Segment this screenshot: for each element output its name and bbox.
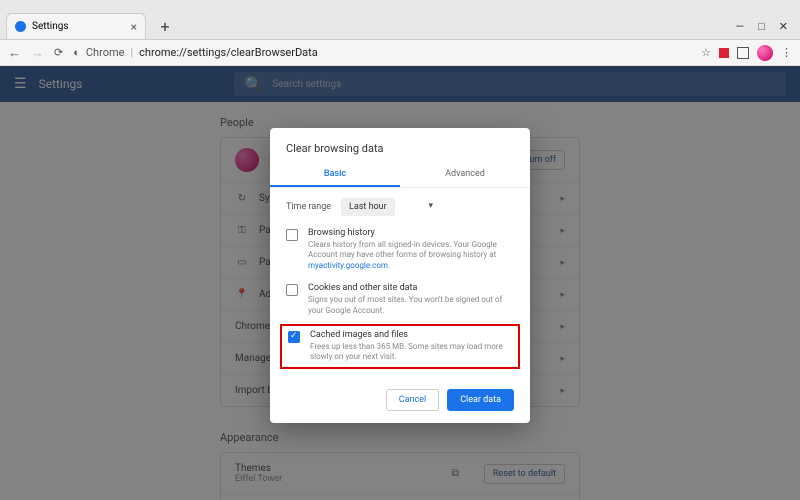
option-desc: Frees up less than 365 MB. Some sites ma…: [310, 342, 512, 363]
option-desc: Clears history from all signed-in device…: [308, 240, 514, 271]
highlighted-option: Cached images and files Frees up less th…: [280, 324, 520, 369]
checkbox[interactable]: [288, 331, 300, 343]
toolbar-right: ☆ ⋮: [701, 45, 792, 61]
checkbox[interactable]: [286, 284, 298, 296]
close-window-icon[interactable]: ✕: [779, 20, 788, 33]
forward-icon: →: [31, 45, 44, 61]
secure-label: Chrome: [86, 46, 125, 59]
omnibox[interactable]: ◐ Chrome | chrome://settings/clearBrowse…: [73, 46, 691, 59]
dialog-title: Clear browsing data: [270, 142, 530, 163]
option-cookies[interactable]: Cookies and other site data Signs you ou…: [270, 277, 530, 322]
clear-browsing-data-dialog: Clear browsing data Basic Advanced Time …: [270, 128, 530, 423]
close-tab-icon[interactable]: ×: [131, 20, 137, 34]
maximize-icon[interactable]: □: [758, 20, 765, 33]
option-title: Browsing history: [308, 228, 514, 238]
reload-icon[interactable]: ⟳: [54, 46, 63, 59]
new-tab-button[interactable]: +: [154, 15, 176, 37]
option-title: Cached images and files: [310, 330, 512, 340]
tab-title: Settings: [32, 21, 69, 32]
browser-tab[interactable]: Settings ×: [6, 13, 146, 39]
dialog-tabs: Basic Advanced: [270, 163, 530, 188]
myactivity-link[interactable]: myactivity.google.com: [308, 261, 388, 270]
kebab-menu-icon[interactable]: ⋮: [781, 46, 792, 59]
checkbox[interactable]: [286, 229, 298, 241]
tab-advanced[interactable]: Advanced: [400, 163, 530, 187]
extension-icon[interactable]: [719, 48, 729, 58]
cancel-button[interactable]: Cancel: [386, 389, 439, 411]
clear-data-button[interactable]: Clear data: [447, 389, 514, 411]
profile-avatar-icon[interactable]: [757, 45, 773, 61]
time-range-select[interactable]: Last hour: [341, 198, 395, 216]
option-cached-images[interactable]: Cached images and files Frees up less th…: [288, 330, 512, 363]
window-controls: — □ ✕: [736, 20, 800, 39]
settings-favicon: [15, 21, 26, 32]
option-browsing-history[interactable]: Browsing history Clears history from all…: [270, 222, 530, 277]
tab-basic[interactable]: Basic: [270, 163, 400, 187]
option-desc: Signs you out of most sites. You won't b…: [308, 295, 514, 316]
bookmark-star-icon[interactable]: ☆: [701, 46, 711, 59]
time-range-label: Time range: [286, 202, 331, 212]
option-title: Cookies and other site data: [308, 283, 514, 293]
extension-icon-2[interactable]: [737, 47, 749, 59]
minimize-icon[interactable]: —: [736, 20, 745, 33]
address-bar: ← → ⟳ ◐ Chrome | chrome://settings/clear…: [0, 40, 800, 66]
back-icon[interactable]: ←: [8, 45, 21, 61]
browser-tabstrip: Settings × + — □ ✕: [0, 0, 800, 40]
url-text: chrome://settings/clearBrowserData: [139, 46, 318, 59]
site-info-icon[interactable]: ◐: [73, 46, 80, 59]
